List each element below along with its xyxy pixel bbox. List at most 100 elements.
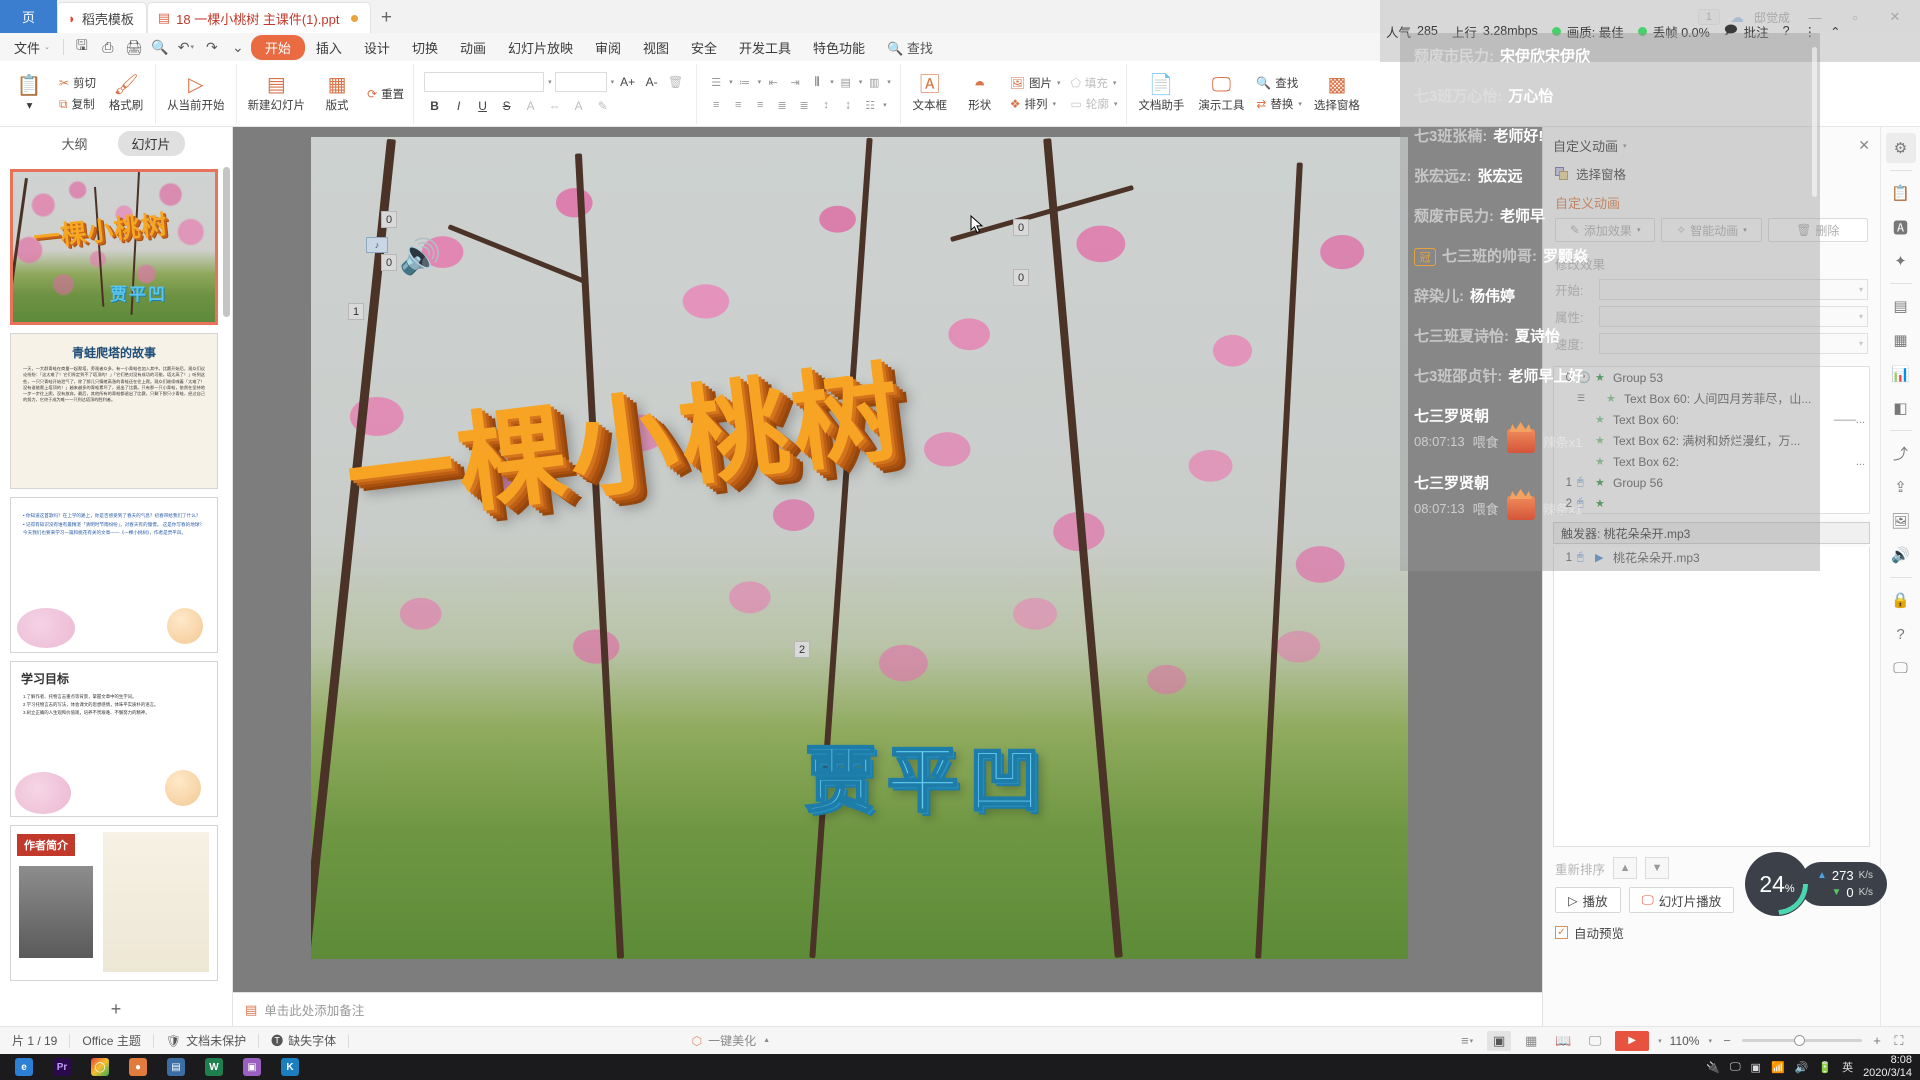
grow-font-button[interactable]: A+ <box>617 72 638 92</box>
animation-badge[interactable]: 0 <box>1013 269 1029 286</box>
tab-developer[interactable]: 开发工具 <box>728 36 802 59</box>
taskbar-app-icon[interactable]: ● <box>120 1054 156 1080</box>
line-spacing-icon[interactable]: ↕ <box>816 96 836 114</box>
animation-badge[interactable]: 1 <box>348 303 364 320</box>
reading-view-icon[interactable]: 📖 <box>1551 1031 1575 1051</box>
current-slide[interactable]: 一棵小桃树 贾平凹 0 0 1 0 0 2 ♪ 🔊 <box>311 137 1408 959</box>
align-center-icon[interactable]: ≡ <box>728 96 748 114</box>
sound-object-tag[interactable]: ♪ <box>366 237 388 253</box>
thumbnail-slide-4[interactable]: 学习目标 1.了解作者、托物言志重点等背景，掌握文章中的生字词。 2.学习托物言… <box>10 661 218 817</box>
columns-icon[interactable]: ▥ <box>864 73 884 91</box>
home-button[interactable]: 页 <box>0 0 57 33</box>
shapes-icon[interactable]: ◧ <box>1886 393 1916 423</box>
start-slideshow-button[interactable]: ▶ <box>1615 1030 1650 1051</box>
decrease-indent-icon[interactable]: ⇤ <box>763 73 783 91</box>
tab-presentation[interactable]: ▤ 18 一棵小桃树 主课件(1).ppt <box>146 2 372 33</box>
font-size-caret-icon[interactable]: ▾ <box>611 78 615 86</box>
tab-design[interactable]: 设计 <box>353 36 401 59</box>
settings-icon[interactable]: ⚙ <box>1885 133 1916 163</box>
ribbon-find-button[interactable]: 🔍 查找 <box>1253 74 1305 92</box>
taskbar-chrome-icon[interactable]: ◯ <box>82 1054 118 1080</box>
taskbar-folder-icon[interactable]: ▤ <box>158 1054 194 1080</box>
tab-review[interactable]: 审阅 <box>584 36 632 59</box>
play-animation-button[interactable]: ▷ 播放 <box>1555 887 1621 913</box>
animation-badge[interactable]: 0 <box>381 254 397 271</box>
print-icon[interactable]: 🖨 <box>121 36 147 58</box>
zoom-in-button[interactable]: + <box>1870 1033 1884 1048</box>
font-missing-item[interactable]: 🅣 缺失字体 <box>259 1032 348 1049</box>
slide-author-text[interactable]: 贾平凹 <box>804 721 1051 826</box>
thumbnail-scroll-area[interactable]: 一棵小桃树 贾平凹 青蛙爬塔的故事 一天，一大群青蛙在商量一起爬塔，旁观者众多，… <box>0 161 232 990</box>
format-painter-button[interactable]: 🖌 格式刷 <box>103 73 149 115</box>
taskbar-kingsoft-icon[interactable]: K <box>272 1054 308 1080</box>
network-speed-widget[interactable]: 24% ▲ 273 K/s ▼ 0 K/s <box>1745 852 1888 916</box>
zoom-slider[interactable] <box>1741 1035 1862 1046</box>
animation-badge[interactable]: 2 <box>794 641 810 658</box>
fit-slide-icon[interactable]: ⛶ <box>1892 1033 1906 1049</box>
copy-button[interactable]: ⧉ 复制 <box>56 95 99 113</box>
trigger-item-list[interactable]: 1 🖱 ▶ 桃花朵朵开.mp3 <box>1553 547 1870 847</box>
font-size-input[interactable] <box>554 71 607 92</box>
chat-scrollbar[interactable] <box>1812 47 1817 197</box>
text-direction-icon[interactable]: ⫼ <box>807 73 827 91</box>
bullets-icon[interactable]: ☰ <box>706 73 726 91</box>
paste-button[interactable]: 📋 ▾ <box>6 74 52 114</box>
tab-security[interactable]: 安全 <box>680 36 728 59</box>
text-direction-caret-icon[interactable]: ▾ <box>830 78 834 86</box>
chart-icon[interactable]: 📊 <box>1886 359 1916 389</box>
slideshow-play-button[interactable]: 🖵 幻灯片播放 <box>1628 887 1735 913</box>
help-icon[interactable]: ? <box>1886 619 1916 649</box>
numbering-caret-icon[interactable]: ▾ <box>758 78 762 86</box>
find-icon[interactable]: 🔍 <box>147 36 173 58</box>
character-spacing-icon[interactable]: ⇔ <box>544 96 565 116</box>
shape-button[interactable]: ◓ 形状 <box>957 73 1003 115</box>
autopreview-checkbox-row[interactable]: ✓ 自动预览 <box>1543 921 1880 944</box>
usb-icon[interactable]: 🔌 <box>1706 1061 1720 1074</box>
undo-icon[interactable]: ↶ ▾ <box>173 36 199 58</box>
smart-layout-caret-icon[interactable]: ▾ <box>883 101 887 109</box>
notes-bar[interactable]: ▤ 单击此处添加备注 <box>233 992 1542 1026</box>
taskbar-edge-icon[interactable]: e <box>6 1054 42 1080</box>
audio-icon[interactable]: 🔊 <box>1886 540 1916 570</box>
numbering-icon[interactable]: ≔ <box>735 73 755 91</box>
present-tools-button[interactable]: 🖵 演示工具 <box>1193 73 1249 115</box>
smart-layout-icon[interactable]: ☷ <box>860 96 880 114</box>
tab-transition[interactable]: 切换 <box>401 36 449 59</box>
export-icon[interactable]: ⤴ <box>1886 438 1916 468</box>
view-slides-button[interactable]: 幻灯片 <box>117 130 185 156</box>
tab-template[interactable]: ◗ 稻壳模板 <box>57 2 147 33</box>
outline-view-icon[interactable]: ≡ ▾ <box>1455 1031 1479 1051</box>
live-chat-overlay[interactable]: 颓废市民力: 宋伊欣宋伊欣 七3班万心怡: 万心怡 七3班张楠: 老师好! 张宏… <box>1400 33 1820 571</box>
tab-animation[interactable]: 动画 <box>449 36 497 59</box>
network-icon[interactable]: 📶 <box>1771 1061 1785 1074</box>
slideshow-caret-icon[interactable]: ▾ <box>1658 1037 1662 1045</box>
save-icon[interactable]: 🖫 <box>69 36 95 58</box>
zoom-slider-knob[interactable] <box>1793 1035 1805 1046</box>
move-up-button[interactable]: ▲ <box>1613 857 1638 879</box>
share-icon[interactable]: ⇪ <box>1886 472 1916 502</box>
ribbon-replace-button[interactable]: ⇄ 替换 ▾ <box>1253 95 1305 113</box>
beautify-item[interactable]: ⬡ 一键美化 ▲ <box>692 1032 770 1049</box>
protection-item[interactable]: 🛡 文档未保护 <box>154 1032 258 1049</box>
thumbnail-slide-5[interactable]: 作者简介 <box>10 825 218 981</box>
columns-caret-icon[interactable]: ▾ <box>887 78 891 86</box>
picture-button[interactable]: 🖼 图片 ▾ <box>1007 74 1064 92</box>
redo-icon[interactable]: ↷ <box>199 36 225 58</box>
tab-insert[interactable]: 插入 <box>305 36 353 59</box>
zoom-caret-icon[interactable]: ▾ <box>1708 1037 1712 1045</box>
justify-icon[interactable]: ≣ <box>772 96 792 114</box>
increase-indent-icon[interactable]: ⇥ <box>785 73 805 91</box>
close-icon[interactable]: ✕ <box>1858 137 1870 154</box>
presenter-view-icon[interactable]: 🖵 <box>1583 1031 1607 1051</box>
reset-button[interactable]: ⟳ 重置 <box>364 85 407 103</box>
thumbnail-slide-2[interactable]: 青蛙爬塔的故事 一天，一大群青蛙在商量一起爬塔，旁观者众多，有一小青蛙也加入其中… <box>10 333 218 489</box>
zoom-out-button[interactable]: − <box>1720 1033 1734 1048</box>
move-down-button[interactable]: ▼ <box>1645 857 1670 879</box>
layout-button[interactable]: ▦ 版式 <box>314 73 360 115</box>
image-icon[interactable]: 🖼 <box>1886 506 1916 536</box>
slide-sorter-icon[interactable]: ▦ <box>1519 1031 1543 1051</box>
lock-icon[interactable]: 🔒 <box>1886 585 1916 615</box>
text-shadow-icon[interactable]: A <box>520 96 541 116</box>
thumbnail-scrollbar[interactable] <box>223 167 230 317</box>
font-color-icon[interactable]: A <box>568 96 589 116</box>
